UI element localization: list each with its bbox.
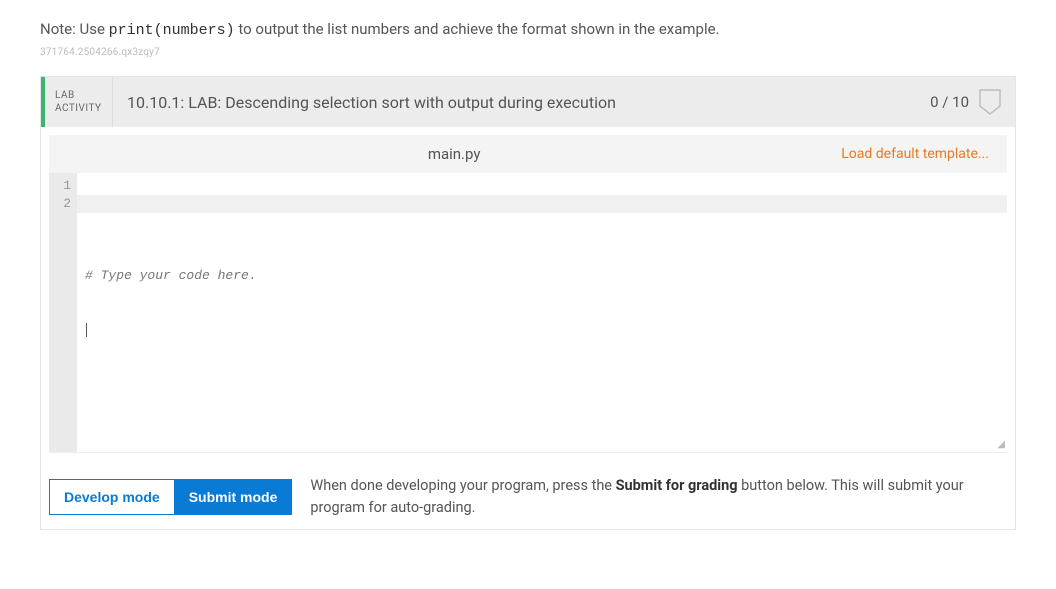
lab-header: LAB ACTIVITY 10.10.1: LAB: Descending se…: [41, 77, 1015, 127]
note-prefix: Note: Use: [40, 20, 109, 38]
mode-description: When done developing your program, press…: [310, 475, 1007, 519]
mode-desc-prefix: When done developing your program, press…: [310, 477, 615, 494]
note-code: print(numbers): [109, 22, 235, 39]
lab-tag-line2: ACTIVITY: [55, 102, 102, 115]
mode-desc-bold: Submit for grading: [616, 477, 738, 494]
lab-container: LAB ACTIVITY 10.10.1: LAB: Descending se…: [40, 76, 1016, 530]
code-editor[interactable]: 1 2 # Type your code here. ◢: [49, 173, 1007, 453]
submit-mode-button[interactable]: Submit mode: [174, 479, 293, 515]
file-bar: main.py Load default template...: [49, 135, 1007, 173]
editor-gutter: 1 2: [49, 173, 77, 452]
note-suffix: to output the list numbers and achieve t…: [235, 20, 720, 38]
code-area[interactable]: # Type your code here.: [77, 173, 1007, 452]
lab-tag-line1: LAB: [55, 89, 102, 102]
lab-score-area: 0 / 10: [916, 77, 1015, 127]
lab-score-text: 0 / 10: [930, 93, 969, 111]
code-line-2: [85, 321, 999, 339]
lab-activity-tag: LAB ACTIVITY: [45, 77, 113, 127]
mode-button-group: Develop mode Submit mode: [49, 479, 292, 515]
watermark-id: 371764.2504266.qx3zqy7: [40, 47, 1016, 58]
code-lines: # Type your code here.: [85, 231, 999, 375]
mode-row: Develop mode Submit mode When done devel…: [41, 453, 1015, 529]
code-line-1: # Type your code here.: [85, 267, 999, 285]
load-default-template-link[interactable]: Load default template...: [841, 146, 989, 162]
shield-icon: [979, 89, 1001, 115]
page-root: Note: Use print(numbers) to output the l…: [0, 0, 1056, 550]
text-cursor: [86, 323, 87, 337]
line-number: 1: [59, 177, 71, 195]
lab-title: 10.10.1: LAB: Descending selection sort …: [113, 77, 916, 127]
current-line-highlight: [77, 195, 1007, 213]
line-number: 2: [59, 195, 71, 213]
filename-label: main.py: [428, 145, 481, 163]
develop-mode-button[interactable]: Develop mode: [49, 479, 174, 515]
note-text: Note: Use print(numbers) to output the l…: [40, 20, 1016, 39]
